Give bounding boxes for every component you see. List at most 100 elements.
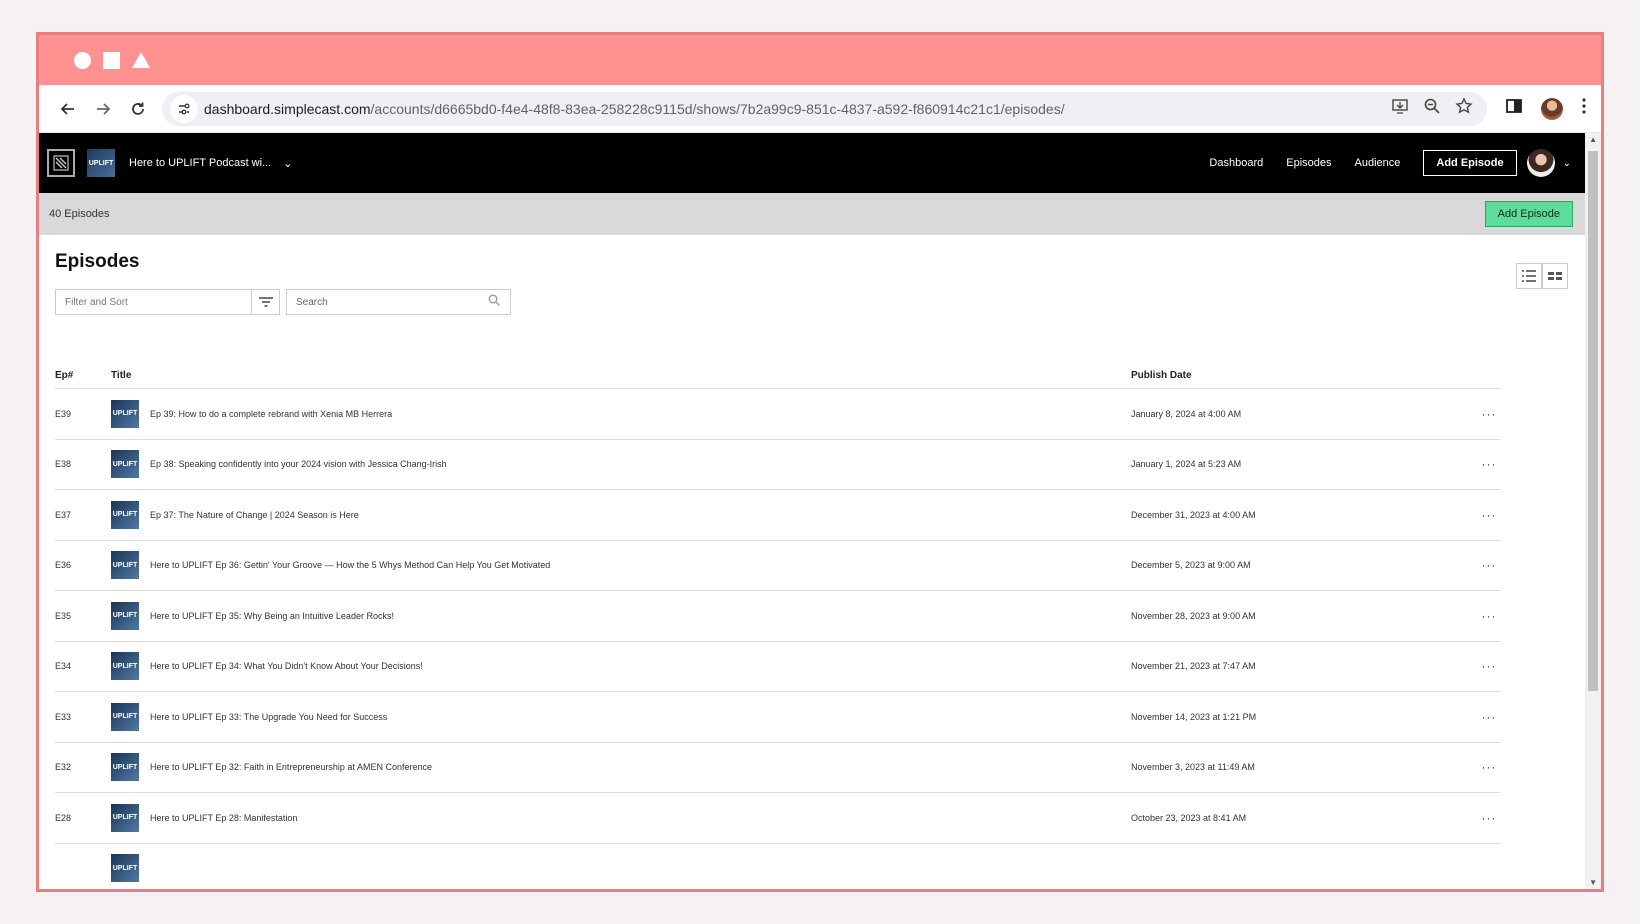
publish-date: November 3, 2023 at 11:49 AM [1131, 762, 1255, 773]
address-bar[interactable]: dashboard.simplecast.com/accounts/d6665b… [162, 91, 1487, 126]
publish-date: January 1, 2024 at 5:23 AM [1131, 459, 1242, 470]
table-row[interactable]: E37 UPLIFT Ep 37: The Nature of Change | … [55, 490, 1501, 541]
scroll-up-icon[interactable]: ▲ [1589, 135, 1597, 144]
episode-title[interactable]: Ep 39: How to do a complete rebrand with… [150, 409, 392, 419]
scrollbar-thumb[interactable] [1588, 151, 1598, 691]
show-artwork[interactable]: UPLIFT [87, 149, 115, 177]
episode-number: E34 [55, 661, 72, 672]
episode-title[interactable]: Here to UPLIFT Ep 28: Manifestation [150, 813, 297, 823]
episode-artwork: UPLIFT [111, 450, 139, 479]
publish-date: December 31, 2023 at 4:00 AM [1131, 509, 1256, 520]
reload-icon[interactable] [123, 94, 153, 124]
episodes-table: Ep# Title Publish Date E39 UPLIFT Ep 39: … [55, 363, 1501, 890]
forward-arrow-icon[interactable] [88, 94, 118, 124]
row-more-icon[interactable]: ··· [1477, 760, 1501, 774]
episode-artwork: UPLIFT [111, 702, 139, 731]
table-row[interactable]: E33 UPLIFT Here to UPLIFT Ep 33: The Upgr… [55, 692, 1501, 743]
side-panel-icon[interactable] [1505, 97, 1523, 120]
row-more-icon[interactable]: ··· [1477, 457, 1501, 471]
zoom-icon[interactable] [1423, 97, 1441, 120]
site-settings-icon[interactable] [170, 94, 198, 123]
page-scrollbar[interactable]: ▲ ▼ [1585, 133, 1601, 889]
table-row[interactable]: E39 UPLIFT Ep 39: How to do a complete re… [55, 389, 1501, 440]
episodes-content: Episodes Filter and Sort Ep# Title [39, 251, 1585, 890]
user-avatar[interactable] [1526, 149, 1555, 177]
nav-add-episode-button[interactable]: Add Episode [1423, 150, 1517, 176]
table-row[interactable]: UPLIFT [55, 844, 1501, 890]
publish-date: October 23, 2023 at 8:41 AM [1131, 812, 1247, 823]
episode-artwork: UPLIFT [111, 753, 139, 782]
nav-dashboard[interactable]: Dashboard [1209, 157, 1263, 169]
publish-date: December 5, 2023 at 9:00 AM [1131, 560, 1251, 571]
publish-date: November 28, 2023 at 9:00 AM [1131, 610, 1256, 621]
scroll-down-icon[interactable]: ▼ [1589, 878, 1597, 887]
episodes-subbar: 40 Episodes Add Episode [39, 193, 1585, 235]
nav-audience[interactable]: Audience [1355, 157, 1401, 169]
search-field[interactable] [286, 289, 511, 315]
episode-count: 40 Episodes [49, 208, 110, 220]
circle-icon [74, 51, 91, 69]
url-path: /accounts/d6665bd0-f4e4-48f8-83ea-258228… [370, 100, 1065, 117]
episode-number: E37 [55, 509, 72, 520]
chevron-down-icon[interactable]: ⌄ [1563, 158, 1571, 169]
row-more-icon[interactable]: ··· [1477, 508, 1501, 522]
filter-and-sort-control[interactable]: Filter and Sort [55, 289, 280, 315]
episode-artwork: UPLIFT [111, 551, 139, 580]
window-titlebar [39, 35, 1601, 85]
episode-number: E36 [55, 560, 72, 571]
episode-artwork: UPLIFT [111, 854, 139, 883]
list-view-icon[interactable] [1516, 263, 1542, 289]
show-switcher[interactable]: Here to UPLIFT Podcast wi... [129, 157, 271, 169]
window-frame: dashboard.simplecast.com/accounts/d6665b… [36, 32, 1604, 892]
row-more-icon[interactable]: ··· [1477, 407, 1501, 421]
bookmark-star-icon[interactable] [1455, 97, 1473, 120]
add-episode-button[interactable]: Add Episode [1484, 201, 1573, 227]
browser-profile-avatar[interactable] [1541, 97, 1563, 120]
publish-date: November 21, 2023 at 7:47 AM [1131, 661, 1256, 672]
url-text[interactable]: dashboard.simplecast.com/accounts/d6665b… [204, 101, 1391, 117]
filter-icon[interactable] [251, 290, 279, 314]
row-more-icon[interactable]: ··· [1477, 710, 1501, 724]
episode-artwork: UPLIFT [111, 803, 139, 832]
episode-number: E28 [55, 812, 72, 823]
episode-title[interactable]: Here to UPLIFT Ep 33: The Upgrade You Ne… [150, 712, 387, 722]
kebab-menu-icon[interactable] [1581, 97, 1587, 120]
episode-title[interactable]: Here to UPLIFT Ep 34: What You Didn't Kn… [150, 661, 423, 671]
header-ep[interactable]: Ep# [55, 370, 111, 381]
table-row[interactable]: E35 UPLIFT Here to UPLIFT Ep 35: Why Bein… [55, 591, 1501, 642]
triangle-icon [132, 52, 150, 68]
install-app-icon[interactable] [1391, 97, 1409, 120]
search-icon[interactable] [488, 293, 500, 311]
episode-number: E39 [55, 408, 72, 419]
row-more-icon[interactable]: ··· [1477, 558, 1501, 572]
table-row[interactable]: E34 UPLIFT Here to UPLIFT Ep 34: What You… [55, 642, 1501, 692]
table-row[interactable]: E36 UPLIFT Here to UPLIFT Ep 36: Gettin' … [55, 541, 1501, 591]
nav-episodes[interactable]: Episodes [1286, 157, 1331, 169]
table-row[interactable]: E32 UPLIFT Here to UPLIFT Ep 32: Faith in… [55, 743, 1501, 793]
back-arrow-icon[interactable] [53, 94, 83, 124]
chevron-down-icon[interactable]: ⌄ [283, 157, 292, 170]
episode-title[interactable]: Ep 37: The Nature of Change | 2024 Seaso… [150, 510, 359, 520]
episode-title[interactable]: Here to UPLIFT Ep 36: Gettin' Your Groov… [150, 560, 550, 570]
row-more-icon[interactable]: ··· [1477, 609, 1501, 623]
url-domain: dashboard.simplecast.com [204, 100, 371, 117]
row-more-icon[interactable]: ··· [1477, 659, 1501, 673]
page-title: Episodes [55, 251, 140, 272]
episode-artwork: UPLIFT [111, 652, 139, 681]
row-more-icon[interactable]: ··· [1477, 811, 1501, 825]
episode-title[interactable]: Ep 38: Speaking confidently into your 20… [150, 459, 447, 469]
episode-artwork: UPLIFT [111, 500, 139, 529]
table-row[interactable]: E38 UPLIFT Ep 38: Speaking confidently in… [55, 440, 1501, 490]
grid-view-icon[interactable] [1542, 263, 1568, 289]
header-publish-date[interactable]: Publish Date [1131, 370, 1501, 381]
header-title[interactable]: Title [111, 370, 1131, 381]
episode-number: E35 [55, 610, 72, 621]
episode-title[interactable]: Here to UPLIFT Ep 32: Faith in Entrepren… [150, 762, 432, 772]
view-toggle [1516, 263, 1568, 289]
episode-number: E38 [55, 459, 72, 470]
search-input[interactable] [296, 296, 488, 308]
table-row[interactable]: E28 UPLIFT Here to UPLIFT Ep 28: Manifest… [55, 793, 1501, 844]
simplecast-logo-icon[interactable] [47, 149, 75, 177]
episode-number: E32 [55, 762, 72, 773]
episode-title[interactable]: Here to UPLIFT Ep 35: Why Being an Intui… [150, 611, 394, 621]
